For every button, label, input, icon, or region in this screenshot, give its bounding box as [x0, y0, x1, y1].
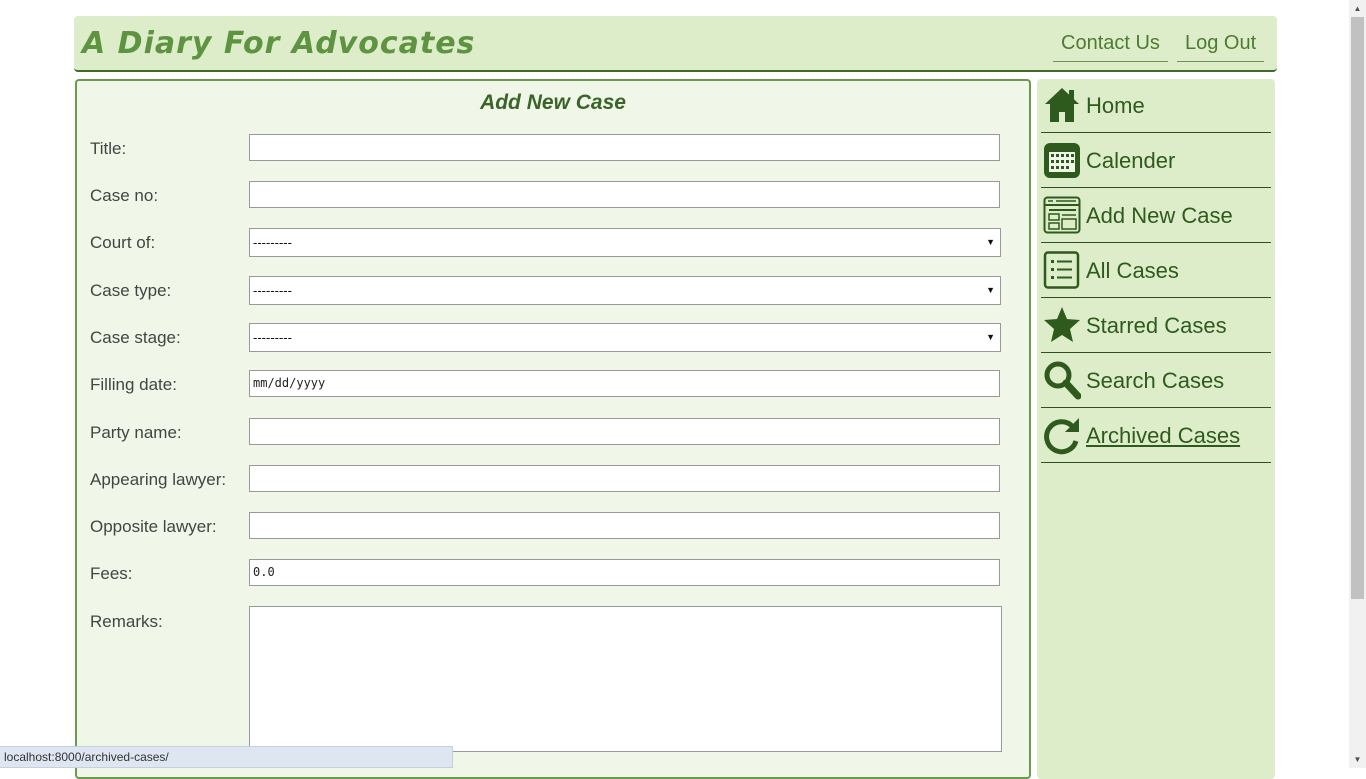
- list-icon: [1043, 251, 1080, 289]
- scroll-up-arrow-icon[interactable]: ▲: [1349, 0, 1366, 17]
- sidebar-item-starred-cases[interactable]: Starred Cases: [1041, 299, 1271, 353]
- browser-status-bar: localhost:8000/archived-cases/: [0, 746, 453, 768]
- fees-label: Fees:: [90, 564, 133, 583]
- case-stage-select[interactable]: --------- ▼: [249, 323, 1001, 352]
- star-icon: [1044, 307, 1080, 342]
- appearing-lawyer-input[interactable]: [249, 465, 1000, 492]
- court-of-select[interactable]: --------- ▼: [249, 228, 1001, 257]
- sidebar-item-home[interactable]: Home: [1041, 79, 1271, 133]
- add-case-form-panel: Add New Case Title: Case no: Court of: -…: [75, 79, 1031, 779]
- sidebar-item-label: Archived Cases: [1086, 423, 1241, 448]
- case-type-selected-value: ---------: [253, 283, 292, 298]
- scrollbar-thumb[interactable]: [1351, 17, 1364, 599]
- fees-input[interactable]: 0.0: [249, 559, 1000, 586]
- search-icon: [1044, 361, 1081, 400]
- home-icon: [1045, 88, 1079, 122]
- party-name-label: Party name:: [90, 423, 182, 442]
- site-logo-text[interactable]: A Diary For Advocates: [82, 26, 475, 61]
- sidebar-item-archived-cases[interactable]: Archived Cases: [1041, 409, 1271, 463]
- sidebar-item-label: Calender: [1086, 148, 1176, 173]
- dropdown-arrow-icon: ▼: [986, 332, 995, 342]
- case-no-input[interactable]: [249, 181, 1000, 208]
- sidebar-item-search-cases[interactable]: Search Cases: [1041, 354, 1271, 408]
- refresh-icon: [1044, 418, 1079, 455]
- calendar-icon: [1044, 143, 1080, 178]
- sidebar-item-label: Starred Cases: [1086, 313, 1227, 338]
- vertical-scrollbar[interactable]: ▲ ▼: [1349, 0, 1366, 768]
- appearing-lawyer-label: Appearing lawyer:: [90, 470, 227, 489]
- contact-us-link[interactable]: Contact Us: [1053, 32, 1168, 62]
- case-type-label: Case type:: [90, 281, 172, 300]
- log-out-link[interactable]: Log Out: [1177, 32, 1265, 62]
- remarks-textarea[interactable]: [249, 606, 1002, 752]
- filling-date-label: Filling date:: [90, 375, 177, 394]
- filling-date-input[interactable]: mm/dd/yyyy: [249, 370, 1000, 397]
- add-case-icon: [1043, 196, 1081, 234]
- dropdown-arrow-icon: ▼: [986, 237, 995, 247]
- dropdown-arrow-icon: ▼: [986, 285, 995, 295]
- court-of-label: Court of:: [90, 233, 156, 252]
- sidebar-item-calendar[interactable]: Calender: [1041, 134, 1271, 188]
- opposite-lawyer-input[interactable]: [249, 512, 1000, 539]
- sidebar-nav: Home Calender Add New Case All Cases Sta…: [1037, 79, 1275, 779]
- title-label: Title:: [90, 139, 127, 158]
- court-of-selected-value: ---------: [253, 235, 292, 250]
- case-type-select[interactable]: --------- ▼: [249, 276, 1001, 305]
- party-name-input[interactable]: [249, 418, 1000, 445]
- title-input[interactable]: [249, 134, 1000, 161]
- sidebar-item-label: Search Cases: [1086, 368, 1225, 393]
- sidebar-item-label: All Cases: [1086, 258, 1179, 283]
- sidebar-item-label: Add New Case: [1086, 203, 1233, 228]
- sidebar-item-label: Home: [1086, 93, 1145, 118]
- sidebar-item-add-new-case[interactable]: Add New Case: [1041, 189, 1271, 243]
- remarks-label: Remarks:: [90, 612, 163, 631]
- scroll-down-arrow-icon[interactable]: ▼: [1349, 751, 1366, 768]
- case-stage-label: Case stage:: [90, 328, 181, 347]
- sidebar-item-all-cases[interactable]: All Cases: [1041, 244, 1271, 298]
- opposite-lawyer-label: Opposite lawyer:: [90, 517, 217, 536]
- site-header: A Diary For Advocates Contact Us Log Out: [74, 16, 1277, 72]
- case-no-label: Case no:: [90, 186, 159, 205]
- form-title: Add New Case: [480, 91, 626, 114]
- case-stage-selected-value: ---------: [253, 330, 292, 345]
